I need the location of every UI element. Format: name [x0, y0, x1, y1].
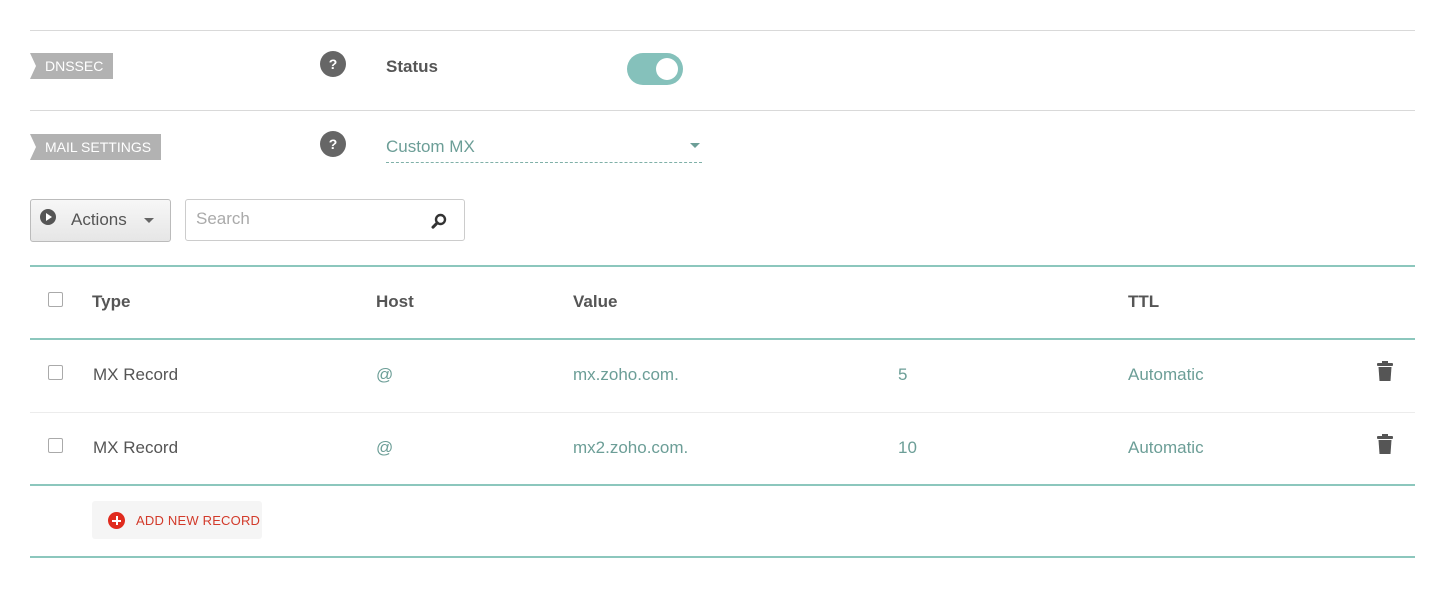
actions-button[interactable]: Actions	[30, 199, 171, 242]
dnssec-toggle[interactable]	[627, 53, 683, 85]
record-value[interactable]: mx.zoho.com.	[573, 365, 679, 385]
add-new-record-label: ADD NEW RECORD	[136, 513, 261, 528]
record-type: MX Record	[93, 438, 179, 457]
column-header-type[interactable]: Type	[92, 292, 130, 312]
record-ttl[interactable]: Automatic	[1128, 365, 1204, 385]
table-top-border	[30, 265, 1415, 267]
play-circle-icon	[40, 209, 56, 225]
plus-circle-icon	[108, 512, 125, 529]
column-header-ttl[interactable]: TTL	[1128, 292, 1159, 312]
chevron-down-icon	[144, 218, 154, 223]
add-new-record-button[interactable]: ADD NEW RECORD	[92, 501, 262, 539]
column-header-value[interactable]: Value	[573, 292, 617, 312]
record-host[interactable]: @	[376, 365, 393, 385]
search-icon[interactable]	[430, 212, 448, 230]
search-box	[185, 199, 465, 241]
trash-icon[interactable]	[1377, 434, 1393, 454]
chevron-down-icon	[690, 143, 700, 148]
record-priority[interactable]: 10	[898, 438, 917, 458]
row-checkbox[interactable]	[48, 365, 63, 380]
footer-border	[30, 556, 1415, 558]
toggle-knob	[656, 58, 678, 80]
row-divider	[30, 412, 1415, 413]
row-checkbox[interactable]	[48, 438, 63, 453]
dnssec-status-label: Status	[386, 57, 438, 76]
record-type: MX Record	[93, 365, 179, 384]
select-all-checkbox[interactable]	[48, 292, 63, 307]
record-ttl[interactable]: Automatic	[1128, 438, 1204, 458]
trash-icon[interactable]	[1377, 361, 1393, 381]
actions-label: Actions	[71, 210, 127, 229]
table-header-border	[30, 338, 1415, 340]
record-value[interactable]: mx2.zoho.com.	[573, 438, 688, 458]
mail-settings-selected-value: Custom MX	[386, 137, 475, 156]
record-host[interactable]: @	[376, 438, 393, 458]
table-bottom-border	[30, 484, 1415, 486]
mail-settings-select[interactable]: Custom MX	[386, 134, 702, 163]
mail-settings-help-icon[interactable]: ?	[320, 131, 346, 157]
dnssec-help-icon[interactable]: ?	[320, 51, 346, 77]
search-input[interactable]	[186, 200, 426, 238]
mail-settings-tag: MAIL SETTINGS	[30, 134, 162, 160]
divider	[30, 30, 1415, 31]
column-header-host[interactable]: Host	[376, 292, 414, 312]
record-priority[interactable]: 5	[898, 365, 907, 385]
divider	[30, 110, 1415, 111]
dnssec-tag: DNSSEC	[30, 53, 114, 79]
